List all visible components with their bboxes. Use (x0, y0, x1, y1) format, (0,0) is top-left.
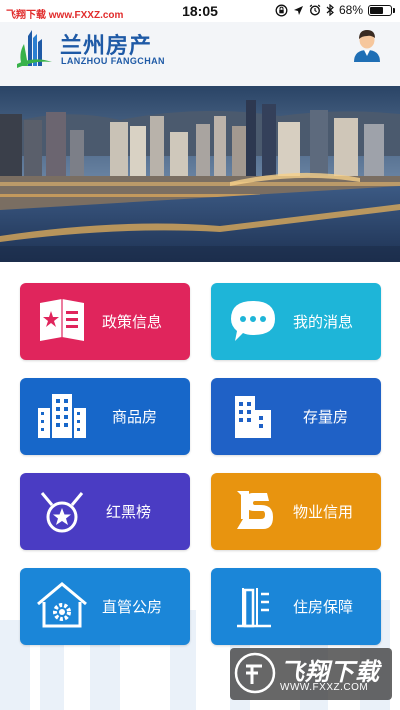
location-arrow-icon (293, 5, 303, 15)
battery-level (370, 6, 383, 14)
tower-icon (235, 396, 271, 438)
menu-label: 红黑榜 (106, 504, 152, 521)
status-bar: 飞翔下载 www.FXXZ.com 18:05 68% (0, 0, 400, 22)
policy-book-icon (40, 299, 84, 341)
menu-public-housing[interactable]: 直管公房 (20, 568, 190, 645)
watermark-url: WWW.FXXZ.COM (280, 682, 369, 693)
bluetooth-icon (326, 4, 334, 16)
menu-label: 存量房 (303, 409, 349, 426)
menu-grid: 政策信息 我的消息 商品房 存量房 红黑榜 物业信用 直管公房 住房保障 (0, 262, 400, 710)
shield-building-icon (237, 588, 271, 628)
menu-label: 政策信息 (102, 314, 163, 331)
battery-percentage: 68% (338, 3, 363, 17)
lock-rotation-icon (275, 4, 288, 16)
medal-star-icon (40, 492, 84, 533)
menu-label: 商品房 (112, 409, 158, 426)
status-icons: 68% (275, 3, 395, 17)
menu-red-black-list[interactable]: 红黑榜 (20, 473, 190, 550)
menu-policy-info[interactable]: 政策信息 (20, 283, 190, 360)
alarm-icon (309, 4, 321, 16)
app-subtitle: LANZHOU FANGCHAN (61, 56, 165, 66)
user-avatar-icon[interactable] (352, 28, 382, 62)
menu-my-messages[interactable]: 我的消息 (211, 283, 381, 360)
city-photo (0, 86, 400, 262)
fxxz-logo-icon (234, 652, 276, 694)
house-gear-icon (37, 582, 87, 628)
menu-housing-security[interactable]: 住房保障 (211, 568, 381, 645)
download-watermark: 飞翔下载 WWW.FXXZ.COM (230, 648, 392, 700)
banner-image (0, 86, 400, 262)
ls-logo-icon (237, 491, 273, 529)
menu-label: 物业信用 (293, 504, 354, 521)
menu-label: 住房保障 (293, 599, 354, 616)
battery-icon (368, 4, 395, 16)
menu-commercial-housing[interactable]: 商品房 (20, 378, 190, 455)
menu-label: 我的消息 (293, 314, 354, 331)
menu-property-credit[interactable]: 物业信用 (211, 473, 381, 550)
menu-existing-housing[interactable]: 存量房 (211, 378, 381, 455)
chat-bubble-icon (231, 301, 275, 341)
menu-label: 直管公房 (102, 599, 163, 616)
app-header: 兰州房产 LANZHOU FANGCHAN (0, 22, 400, 86)
lanzhou-logo-icon (17, 30, 52, 68)
building-icon (38, 394, 86, 438)
